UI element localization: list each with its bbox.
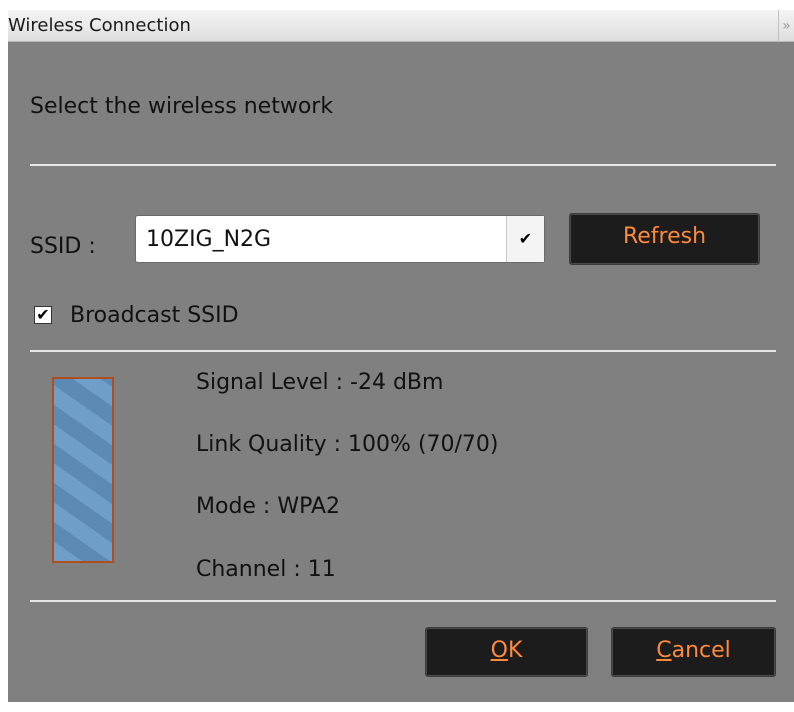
link-quality-text: Link Quality : 100% (70/70) [196, 432, 499, 457]
check-icon: ✔ [36, 305, 50, 324]
signal-strength-bar [52, 377, 114, 563]
ssid-select[interactable]: 10ZIG_N2G ✔ [135, 215, 545, 263]
wireless-connection-dialog: Wireless Connection » Select the wireles… [8, 10, 794, 702]
broadcast-ssid-label[interactable]: Broadcast SSID [70, 303, 239, 328]
refresh-button-label: Refresh [622, 224, 707, 249]
ssid-label: SSID : [30, 234, 96, 259]
close-icon[interactable]: » [778, 10, 794, 42]
divider [30, 164, 776, 166]
ok-button-label: OK [490, 638, 523, 663]
divider [30, 600, 776, 602]
signal-level-text: Signal Level : -24 dBm [196, 370, 444, 395]
refresh-button[interactable]: Refresh [569, 213, 760, 265]
ok-button[interactable]: OK [425, 627, 588, 677]
title-bar[interactable]: Wireless Connection » [8, 10, 794, 42]
channel-text: Channel : 11 [196, 557, 336, 582]
ssid-selected-value: 10ZIG_N2G [146, 227, 272, 252]
mode-text: Mode : WPA2 [196, 494, 340, 519]
divider [30, 350, 776, 352]
dialog-heading: Select the wireless network [30, 94, 334, 119]
cancel-button-label: Cancel [656, 638, 731, 663]
cancel-button[interactable]: Cancel [611, 627, 776, 677]
chevron-down-icon[interactable]: ✔ [506, 216, 544, 262]
window-title: Wireless Connection [8, 15, 191, 36]
broadcast-ssid-checkbox[interactable]: ✔ [34, 306, 52, 324]
